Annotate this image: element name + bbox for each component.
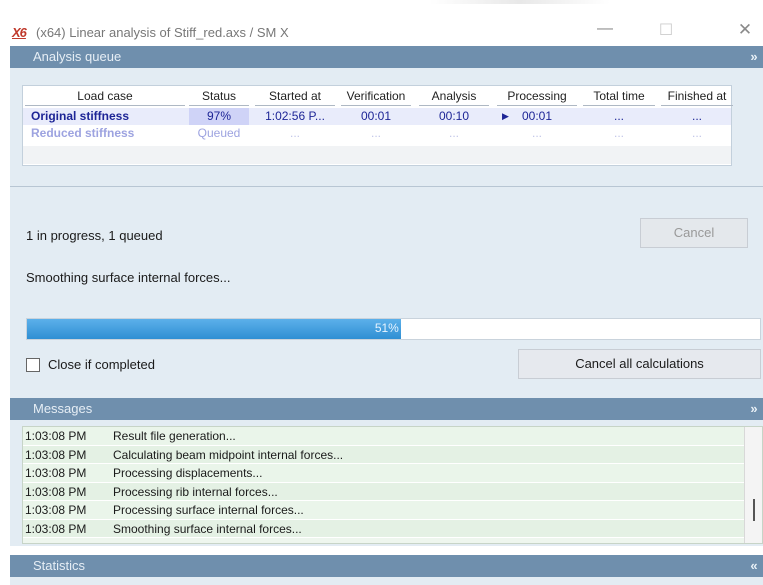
expand-chevron-icon[interactable]: « [745, 555, 763, 577]
list-item: 1:03:08 PM Smoothing surface internal for… [23, 519, 762, 538]
divider [10, 186, 763, 187]
message-text: Smoothing surface internal forces... [113, 521, 302, 536]
window-title: (x64) Linear analysis of Stiff_red.axs /… [36, 25, 289, 40]
queue-table-header: Load case Status Started at Verification… [23, 88, 733, 106]
analysis-queue-title: Analysis queue [33, 49, 122, 64]
list-item: 1:03:08 PM Processing surface internal fo… [23, 501, 762, 520]
processing-cell: ▶ 00:01 [497, 108, 577, 125]
table-row[interactable]: Reduced stiffness Queued ... ... ... ...… [23, 125, 731, 142]
list-item: 1:03:08 PM Result file generation... [23, 427, 762, 446]
play-arrow-icon: ▶ [502, 111, 509, 121]
screenshot-artifact [430, 0, 610, 4]
status-cell: 97% [189, 108, 249, 125]
collapse-chevron-icon[interactable]: » [745, 398, 763, 420]
collapse-chevron-icon[interactable]: » [745, 46, 763, 68]
empty-table-area [23, 146, 731, 164]
statistics-title: Statistics [33, 558, 86, 573]
table-row[interactable]: Original stiffness 97% 1:02:56 P... 00:0… [23, 108, 731, 125]
queue-status-text: 1 in progress, 1 queued [26, 228, 163, 243]
list-item: 1:03:08 PM Calculating beam midpoint inte… [23, 445, 762, 464]
column-header-started-at[interactable]: Started at [255, 88, 335, 106]
queue-table: Load case Status Started at Verification… [22, 85, 733, 166]
list-item: 1:03:08 PM Processing rib internal forces… [23, 482, 762, 501]
finished-at-cell: ... [691, 109, 702, 123]
started-at-cell: 1:02:56 P... [265, 109, 325, 123]
list-item: 1:03:08 PM Processing displacements... [23, 464, 762, 483]
status-cell: Queued [197, 126, 241, 140]
analysis-cell: ... [448, 126, 459, 140]
analysis-cell: 00:10 [438, 109, 470, 123]
cancel-button[interactable]: Cancel [640, 218, 748, 248]
message-time: 1:03:08 PM [25, 447, 87, 462]
column-header-load-case[interactable]: Load case [25, 88, 185, 106]
processing-cell: ... [531, 126, 542, 140]
title-bar: X6 (x64) Linear analysis of Stiff_red.ax… [0, 0, 763, 46]
column-header-total-time[interactable]: Total time [583, 88, 655, 106]
message-text: Processing surface internal forces... [113, 503, 304, 517]
cancel-all-calculations-button[interactable]: Cancel all calculations [518, 349, 761, 379]
load-case-cell: Reduced stiffness [31, 126, 135, 140]
finished-at-cell: ... [691, 126, 702, 140]
started-at-cell: ... [289, 126, 300, 140]
statistics-header[interactable]: Statistics « [10, 555, 763, 577]
message-text: Processing displacements... [113, 466, 263, 480]
minimize-button[interactable]: — [590, 20, 620, 38]
processing-value: 00:01 [521, 109, 553, 123]
app-logo-text: X6 [12, 25, 27, 40]
message-text: Calculating beam midpoint internal force… [113, 447, 344, 462]
column-header-analysis[interactable]: Analysis [419, 88, 489, 106]
messages-scrollbar[interactable] [744, 427, 762, 543]
message-time: 1:03:08 PM [25, 503, 87, 517]
column-header-finished-at[interactable]: Finished at [661, 88, 733, 106]
messages-header[interactable]: Messages » [10, 398, 763, 420]
message-time: 1:03:08 PM [25, 521, 87, 536]
message-time: 1:03:08 PM [25, 484, 87, 499]
statistics-panel [10, 577, 763, 585]
messages-title: Messages [33, 401, 93, 416]
messages-list[interactable]: 1:03:08 PM Result file generation... 1:03… [22, 426, 763, 544]
close-if-completed-checkbox[interactable] [26, 358, 40, 372]
close-if-completed-label[interactable]: Close if completed [48, 357, 155, 372]
progress-label: 51% [374, 321, 399, 335]
progress-fill [27, 319, 401, 339]
messages-panel: 1:03:08 PM Result file generation... 1:03… [10, 420, 763, 546]
message-text: Processing rib internal forces... [113, 484, 278, 499]
verification-cell: 00:01 [360, 109, 392, 123]
message-time: 1:03:08 PM [25, 466, 87, 480]
load-case-cell: Original stiffness [31, 109, 130, 123]
scrollbar-thumb[interactable] [753, 499, 755, 521]
verification-cell: ... [370, 126, 381, 140]
total-time-cell: ... [613, 126, 624, 140]
analysis-queue-header[interactable]: Analysis queue » [10, 46, 763, 68]
column-header-verification[interactable]: Verification [341, 88, 411, 106]
maximize-button[interactable]: ☐ [651, 20, 681, 40]
message-text: Result file generation... [113, 429, 236, 443]
current-task-text: Smoothing surface internal forces... [26, 270, 231, 285]
total-time-cell: ... [613, 109, 624, 123]
app-logo-icon: X6 [12, 25, 27, 40]
column-header-status[interactable]: Status [189, 88, 249, 106]
message-time: 1:03:08 PM [25, 429, 87, 443]
window-left-margin [0, 46, 10, 585]
close-button[interactable]: ✕ [730, 20, 760, 40]
analysis-queue-panel: Load case Status Started at Verification… [10, 68, 763, 398]
progress-bar: 51% [26, 318, 761, 340]
column-header-processing[interactable]: Processing [497, 88, 577, 106]
